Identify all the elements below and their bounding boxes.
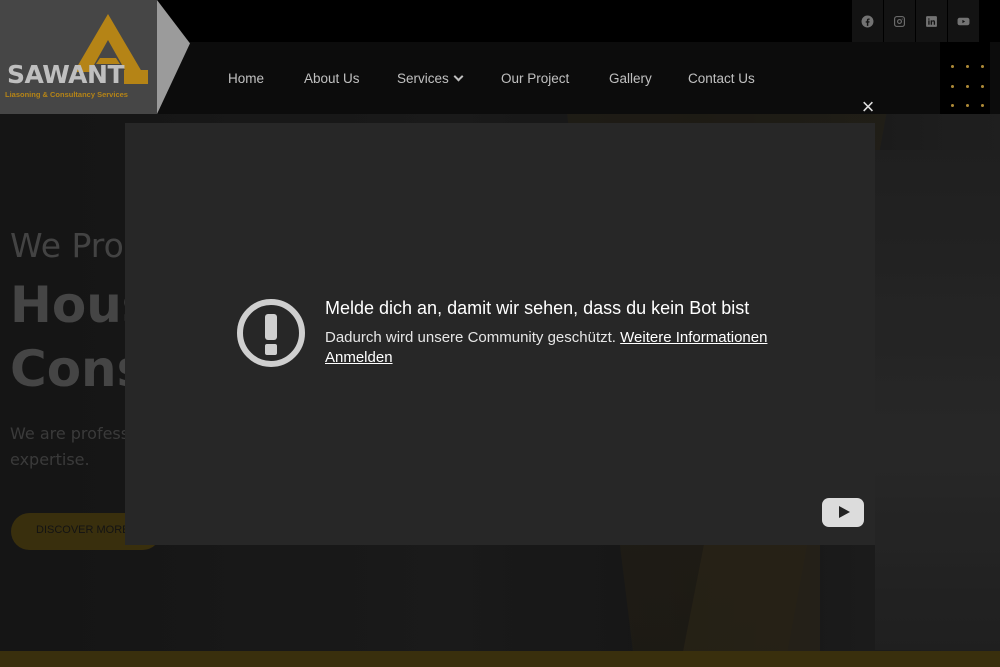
signin-link[interactable]: Anmelden	[325, 349, 393, 366]
more-info-link[interactable]: Weitere Informationen	[620, 329, 767, 346]
exclamation-bar	[265, 314, 277, 340]
signin-prompt-text: Dadurch wird unsere Community geschützt.	[325, 329, 616, 346]
close-icon[interactable]: ×	[858, 96, 878, 118]
signin-prompt-body: Dadurch wird unsere Community geschützt.…	[325, 329, 767, 346]
exclamation-dot	[265, 344, 277, 355]
video-lightbox: Melde dich an, damit wir sehen, dass du …	[125, 123, 875, 545]
signin-prompt-title: Melde dich an, damit wir sehen, dass du …	[325, 298, 750, 318]
youtube-play-icon[interactable]	[822, 498, 864, 527]
exclamation-circle-icon	[237, 299, 305, 367]
